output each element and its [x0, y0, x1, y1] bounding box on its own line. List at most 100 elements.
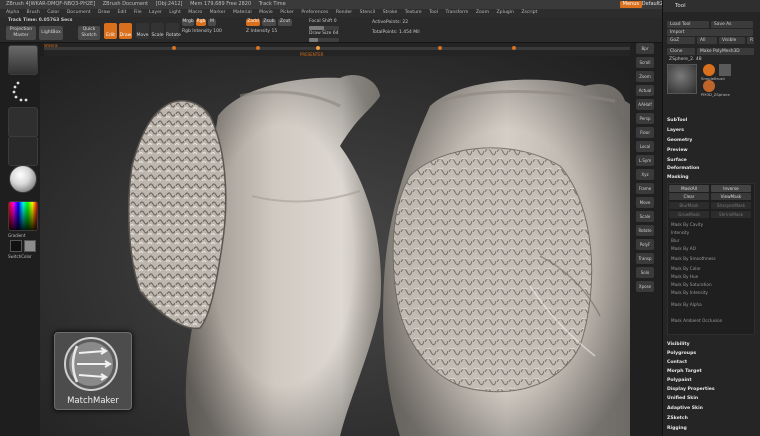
menus-toggle[interactable]: Menus — [619, 1, 642, 8]
r-button[interactable]: R — [747, 37, 754, 44]
deformation-section[interactable]: Deformation — [667, 166, 699, 171]
mask-by-hue-button[interactable]: Mask By Hue — [671, 274, 698, 279]
menu-light[interactable]: Light — [169, 10, 180, 15]
polymesh-icon[interactable] — [719, 64, 731, 76]
m-button[interactable]: M — [208, 19, 216, 26]
quick-sketch-button[interactable]: Quick Sketch — [78, 26, 100, 40]
polygroups-section[interactable]: Polygroups — [667, 351, 696, 356]
mask-ambient-occlusion-button[interactable]: Mask Ambient Occlusion — [671, 318, 722, 323]
menu-transform[interactable]: Transform — [445, 10, 468, 15]
menu-macro[interactable]: Macro — [188, 10, 202, 15]
zadd-button[interactable]: Zadd — [246, 19, 260, 26]
menu-zscript[interactable]: Zscript — [521, 10, 537, 15]
draw-button[interactable]: Draw — [119, 23, 132, 39]
adaptive-skin-section[interactable]: Adaptive Skin — [667, 406, 703, 411]
alpha-thumbnail[interactable] — [8, 107, 38, 137]
mask-by-color-button[interactable]: Mask By Color — [671, 266, 701, 271]
layers-section[interactable]: Layers — [667, 128, 684, 133]
view-mask-button[interactable]: ViewMask — [711, 193, 751, 200]
display-properties-section[interactable]: Display Properties — [667, 387, 715, 392]
contact-section[interactable]: Contact — [667, 360, 687, 365]
lightbox-button[interactable]: LightBox — [39, 26, 63, 40]
mask-by-smoothness-button[interactable]: Mask By Smoothness — [671, 256, 716, 261]
color-picker[interactable] — [8, 201, 38, 231]
menu-render[interactable]: Render — [336, 10, 352, 15]
menu-zoom[interactable]: Zoom — [476, 10, 489, 15]
brush-thumbnail[interactable] — [8, 45, 38, 75]
load-tool-button[interactable]: Load Tool — [667, 21, 709, 28]
mask-by-cavity-button[interactable]: Mask By Cavity — [671, 222, 703, 227]
aahalf-button[interactable]: AAHalf — [636, 99, 654, 110]
polypaint-section[interactable]: Polypaint — [667, 378, 692, 383]
scroll-button[interactable]: Scroll — [636, 57, 654, 68]
rotate-view-button[interactable]: Rotate — [636, 225, 654, 236]
lsym-button[interactable]: L.Sym — [636, 155, 654, 166]
menu-tool[interactable]: Tool — [429, 10, 438, 15]
scale-button[interactable]: Scale — [151, 23, 164, 39]
mask-by-saturation-button[interactable]: Mask By Saturation — [671, 282, 712, 287]
z-intensity-slider[interactable]: Z Intensity 15 — [246, 29, 277, 34]
menu-material[interactable]: Material — [233, 10, 252, 15]
transp-button[interactable]: Transp — [636, 253, 654, 264]
menu-stencil[interactable]: Stencil — [360, 10, 376, 15]
rotate-button[interactable]: Rotate — [166, 23, 181, 39]
blur-mask-button[interactable]: BlurMask — [669, 202, 709, 209]
timeline-current-key[interactable] — [316, 46, 320, 50]
matchmaker-button[interactable]: MatchMaker — [54, 332, 132, 410]
menu-picker[interactable]: Picker — [280, 10, 294, 15]
secondary-color-swatch[interactable] — [24, 240, 36, 252]
timeline-key[interactable] — [256, 46, 260, 50]
main-color-swatch[interactable] — [10, 240, 22, 252]
actual-button[interactable]: Actual — [636, 85, 654, 96]
preview-section[interactable]: Preview — [667, 148, 688, 153]
edit-button[interactable]: Edit — [104, 23, 117, 39]
zsketch-section[interactable]: ZSketch — [667, 416, 688, 421]
visibility-section[interactable]: Visibility — [667, 342, 690, 347]
local-button[interactable]: Local — [636, 141, 654, 152]
zoom-button[interactable]: Zoom — [636, 71, 654, 82]
menu-zplugin[interactable]: Zplugin — [497, 10, 514, 15]
inverse-button[interactable]: Inverse — [711, 185, 751, 192]
floor-button[interactable]: Floor — [636, 127, 654, 138]
menu-edit[interactable]: Edit — [117, 10, 126, 15]
xyz-button[interactable]: Xyz — [636, 169, 654, 180]
mask-by-alpha-button[interactable]: Mask By Alpha — [671, 302, 702, 307]
save-as-button[interactable]: Save As — [711, 21, 753, 28]
mrgb-button[interactable]: Mrgb — [182, 19, 194, 26]
sharpen-mask-button[interactable]: SharpenMask — [711, 202, 751, 209]
solo-button[interactable]: Solo — [636, 267, 654, 278]
projection-master-button[interactable]: Projection Master — [6, 26, 36, 40]
menu-brush[interactable]: Brush — [27, 10, 40, 15]
zsub-button[interactable]: Zsub — [262, 19, 276, 26]
menu-alpha[interactable]: Alpha — [6, 10, 19, 15]
menu-color[interactable]: Color — [47, 10, 59, 15]
mask-all-button[interactable]: MaskAll — [669, 185, 709, 192]
grow-mask-button[interactable]: GrowMask — [669, 211, 709, 218]
unified-skin-section[interactable]: Unified Skin — [667, 396, 698, 401]
zcut-button[interactable]: Zcut — [278, 19, 292, 26]
intensity-slider[interactable]: Intensity — [671, 230, 689, 235]
morph-target-section[interactable]: Morph Target — [667, 369, 702, 374]
menu-texture[interactable]: Texture — [405, 10, 422, 15]
import-button[interactable]: Import — [667, 29, 753, 36]
timeline-key[interactable] — [512, 46, 516, 50]
rigging-section[interactable]: Rigging — [667, 426, 687, 431]
scale-view-button[interactable]: Scale — [636, 211, 654, 222]
masking-section[interactable]: Masking — [667, 175, 689, 180]
tool-thumbnail[interactable] — [667, 64, 697, 94]
bpr-button[interactable]: Bpr — [636, 43, 654, 54]
shrink-mask-button[interactable]: ShrinkMask — [711, 211, 751, 218]
timeline-key[interactable] — [438, 46, 442, 50]
persp-button[interactable]: Persp — [636, 113, 654, 124]
texture-thumbnail[interactable] — [8, 136, 38, 166]
timeline-track[interactable] — [44, 47, 632, 50]
menu-stroke[interactable]: Stroke — [383, 10, 398, 15]
material-sphere[interactable] — [9, 165, 37, 193]
draw-size-slider[interactable]: Draw Size 64 — [309, 31, 339, 36]
menu-preferences[interactable]: Preferences — [301, 10, 328, 15]
geometry-section[interactable]: Geometry — [667, 138, 692, 143]
menu-layer[interactable]: Layer — [149, 10, 162, 15]
switch-color-button[interactable]: SwitchColor — [8, 254, 32, 259]
menu-document[interactable]: Document — [67, 10, 91, 15]
stroke-thumbnail[interactable] — [8, 77, 38, 107]
